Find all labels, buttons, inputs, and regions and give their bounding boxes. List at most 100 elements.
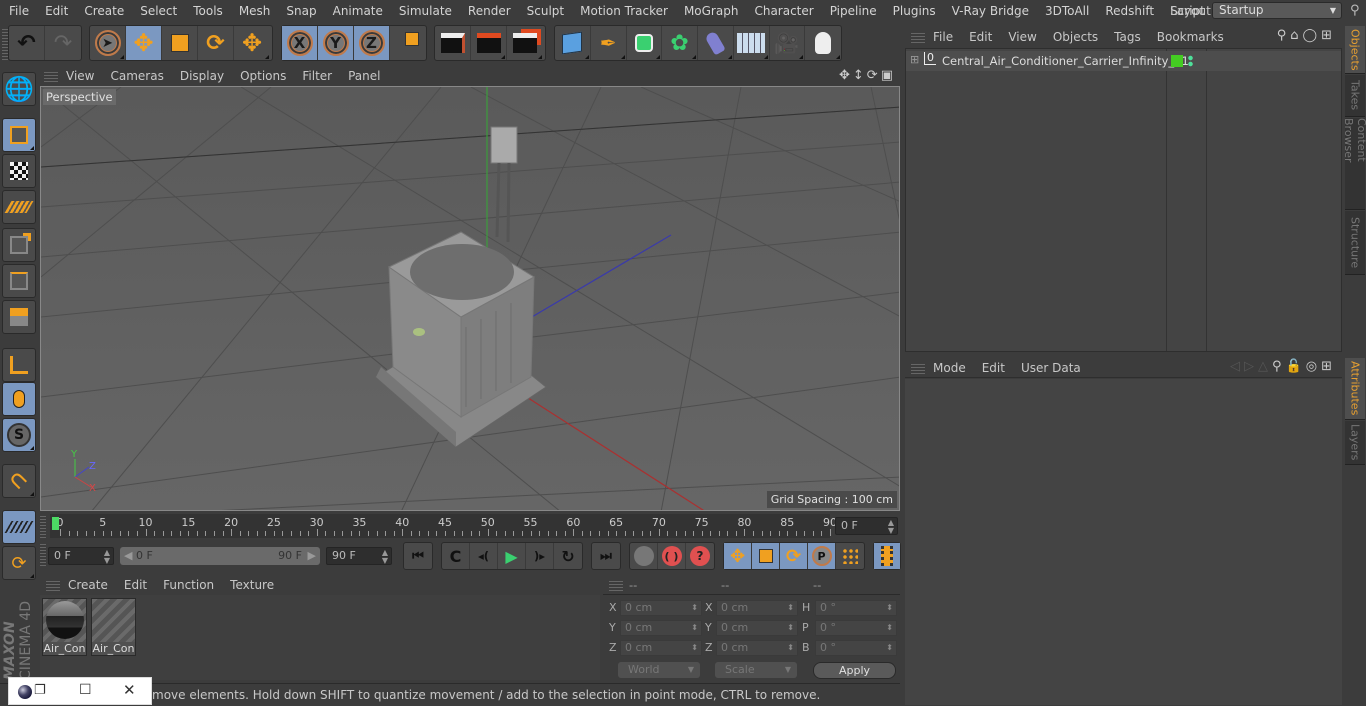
menu-redshift[interactable]: Redshift	[1097, 4, 1162, 18]
rot-b-field[interactable]: 0 ° ⬍	[815, 640, 897, 656]
spinner-icon[interactable]: ▲ ▼	[888, 518, 894, 535]
attribute-menu-mode[interactable]: Mode	[925, 361, 974, 375]
snapping-button[interactable]: S	[2, 418, 36, 452]
cube-button[interactable]	[555, 26, 591, 60]
object-menu-file[interactable]: File	[925, 30, 961, 44]
lock-icon[interactable]: 🔓	[1286, 359, 1306, 374]
spinner-icon[interactable]: ⬍	[886, 601, 893, 615]
tab-takes[interactable]: Takes	[1345, 75, 1365, 117]
attribute-grip[interactable]	[911, 361, 925, 374]
size-y-field[interactable]: 0 cm ⬍	[716, 620, 798, 636]
menu-file[interactable]: File	[0, 4, 37, 18]
object-menu-view[interactable]: View	[1000, 30, 1044, 44]
new-panel-icon[interactable]: ⊞	[1321, 28, 1336, 43]
camera-button[interactable]: 🎥	[770, 26, 806, 60]
dolly-view-icon[interactable]: ↕	[853, 68, 867, 83]
menu-character[interactable]: Character	[746, 4, 821, 18]
move-tool-button[interactable]: ✥	[126, 26, 162, 60]
workplane-mode-button[interactable]	[2, 190, 36, 224]
menu-motion-tracker[interactable]: Motion Tracker	[572, 4, 676, 18]
render-settings-button[interactable]	[507, 26, 543, 60]
object-row[interactable]: ⊞ 0 Central_Air_Conditioner_Carrier_Infi…	[906, 51, 1341, 71]
coordinates-grip[interactable]	[609, 579, 623, 591]
menu-snap[interactable]: Snap	[278, 4, 324, 18]
material-menu-edit[interactable]: Edit	[116, 578, 155, 592]
pos-x-field[interactable]: 0 cm ⬍	[620, 600, 702, 616]
material-menu-function[interactable]: Function	[155, 578, 222, 592]
viewport-menu-filter[interactable]: Filter	[294, 69, 340, 83]
search-icon[interactable]: ⚲	[1350, 3, 1360, 18]
z-axis-lock-button[interactable]: Z	[354, 26, 390, 60]
coordinate-system-button[interactable]	[390, 26, 426, 60]
toggle-view-icon[interactable]: ▣	[881, 68, 896, 83]
spinner-icon[interactable]: ⬍	[787, 601, 794, 615]
timeline-grip[interactable]	[40, 516, 46, 538]
viewport-menu-options[interactable]: Options	[232, 69, 294, 83]
menu-create[interactable]: Create	[76, 4, 132, 18]
tweak-mode-button[interactable]	[2, 382, 36, 416]
target-icon[interactable]: ◎	[1306, 359, 1321, 374]
key-rotation-button[interactable]: ⟳	[780, 543, 808, 569]
polygons-mode-button[interactable]	[2, 300, 36, 334]
autokeying-button[interactable]: ( )	[658, 543, 686, 569]
play-button[interactable]: ▶	[498, 543, 526, 569]
timeline-ruler[interactable]: 0 5 10 15 20 25 30 35 40 45 50 55 60 65 70 75 80 85 90	[50, 514, 837, 538]
undo-button[interactable]: ↶	[9, 26, 45, 60]
rotate-tool-button[interactable]: ⟳	[198, 26, 234, 60]
go-to-end-button[interactable]: ⏭	[592, 543, 620, 569]
viewport-menu-display[interactable]: Display	[172, 69, 232, 83]
restore-icon[interactable]: ❐	[34, 683, 46, 698]
tab-attributes[interactable]: Attributes	[1345, 358, 1365, 420]
next-key-button[interactable]: ↻	[554, 543, 582, 569]
end-frame-field[interactable]: 90 F ▲ ▼	[326, 547, 392, 565]
menu-animate[interactable]: Animate	[325, 4, 391, 18]
record-keys-button[interactable]	[630, 543, 658, 569]
object-grip[interactable]	[911, 31, 925, 43]
size-x-field[interactable]: 0 cm ⬍	[716, 600, 798, 616]
spinner-icon[interactable]: ▲ ▼	[104, 548, 110, 565]
key-scale-button[interactable]	[752, 543, 780, 569]
menu-plugins[interactable]: Plugins	[885, 4, 944, 18]
up-arrow-icon[interactable]: △	[1258, 359, 1272, 374]
subdivision-surface-button[interactable]	[627, 26, 663, 60]
go-to-start-button[interactable]: ⏮	[404, 543, 432, 569]
frame-range-slider[interactable]: ◀ 0 F 90 F ▶	[120, 547, 320, 565]
home-icon[interactable]: ⌂	[1290, 28, 1302, 43]
spinner-icon[interactable]: ▲ ▼	[382, 548, 388, 565]
render-view-button[interactable]	[435, 26, 471, 60]
start-frame-field[interactable]: 0 F ▲ ▼	[48, 547, 114, 565]
attribute-menu-user-data[interactable]: User Data	[1013, 361, 1089, 375]
current-frame-field[interactable]: 0 F ▲ ▼	[835, 517, 898, 535]
y-axis-lock-button[interactable]: Y	[318, 26, 354, 60]
object-menu-bookmarks[interactable]: Bookmarks	[1149, 30, 1232, 44]
menu-vray-bridge[interactable]: V-Ray Bridge	[944, 4, 1037, 18]
rot-h-field[interactable]: 0 ° ⬍	[815, 600, 897, 616]
attribute-menu-edit[interactable]: Edit	[974, 361, 1013, 375]
key-parameter-button[interactable]: P	[808, 543, 836, 569]
maximize-icon[interactable]: ☐	[79, 682, 92, 698]
deformer-button[interactable]	[698, 26, 734, 60]
transport-grip[interactable]	[40, 544, 46, 566]
viewport-perspective[interactable]: Y Z X Perspective Grid Spacing : 100 cm	[40, 86, 900, 511]
tab-structure[interactable]: Structure	[1345, 211, 1365, 275]
menu-edit[interactable]: Edit	[37, 4, 76, 18]
viewport-menu-panel[interactable]: Panel	[340, 69, 388, 83]
scale-tool-button[interactable]	[162, 26, 198, 60]
menu-sculpt[interactable]: Sculpt	[519, 4, 572, 18]
viewport-menu-view[interactable]: View	[58, 69, 102, 83]
object-menu-objects[interactable]: Objects	[1045, 30, 1106, 44]
size-mode-dropdown[interactable]: Scale ▼	[715, 662, 797, 678]
previous-frame-button[interactable]: ◂(	[470, 543, 498, 569]
eye-icon[interactable]: ◯	[1303, 28, 1322, 43]
spinner-icon[interactable]: ⬍	[691, 601, 698, 615]
model-mode-button[interactable]	[2, 118, 36, 152]
cloner-button[interactable]: ✿	[662, 26, 698, 60]
next-frame-button[interactable]: )▸	[526, 543, 554, 569]
pan-view-icon[interactable]: ✥	[839, 68, 853, 83]
menu-3dtoall[interactable]: 3DToAll	[1037, 4, 1097, 18]
tab-objects[interactable]: Objects	[1345, 26, 1365, 74]
material-swatch[interactable]: Air_Con	[42, 598, 87, 656]
orbit-view-icon[interactable]: ⟳	[867, 68, 881, 83]
spinner-icon[interactable]: ⬍	[886, 621, 893, 635]
expand-icon[interactable]: ⊞	[910, 53, 919, 66]
